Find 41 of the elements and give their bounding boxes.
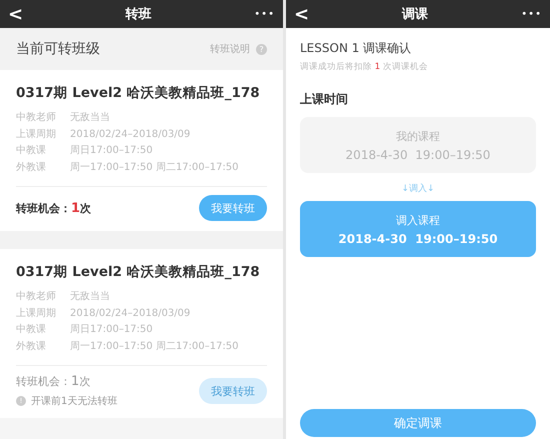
info-value: 周一17:00–17:50 周二17:00–17:50 <box>70 340 238 354</box>
page-title: 调课 <box>402 6 428 23</box>
info-label: 上课周期 <box>16 128 57 142</box>
course-label: 我的课程 <box>396 128 440 144</box>
note-text: 开课前1天无法转班 <box>31 394 118 408</box>
course-time: 2018-4-30 19:00–19:50 <box>338 232 498 246</box>
info-value: 周日17:00–17:50 <box>70 144 153 158</box>
help-icon[interactable]: ? <box>256 44 267 54</box>
info-label: 外教课 <box>16 340 47 354</box>
chances-text: 转班机会：1次 <box>16 374 92 389</box>
info-label: 上课周期 <box>16 306 57 320</box>
info-value: 无敌当当 <box>70 110 110 125</box>
info-value: 周一17:00–17:50 周二17:00–17:50 <box>70 160 238 174</box>
chances-text: 转班机会：1次 <box>16 200 92 216</box>
info-label: 外教课 <box>16 160 47 174</box>
confirm-button[interactable]: 确定调课 <box>300 409 536 437</box>
info-value: 2018/02/24–2018/03/09 <box>70 128 190 142</box>
section-title: 当前可转班级 <box>16 40 100 58</box>
info-value: 周日17:00–17:50 <box>70 323 153 337</box>
transfer-button[interactable]: 我要转班 <box>199 195 267 221</box>
class-title: 0317期 Level2 哈沃美教精品班_178 <box>16 263 261 281</box>
info-label: 中教老师 <box>16 110 57 125</box>
page-title: 转班 <box>126 6 152 23</box>
course-label: 调入课程 <box>396 212 440 228</box>
help-link[interactable]: 转班说明 <box>210 42 250 56</box>
info-label: 中教课 <box>16 322 47 337</box>
more-button[interactable]: ••• <box>521 8 542 20</box>
info-value: 无敌当当 <box>70 290 110 304</box>
class-title: 0317期 Level2 哈沃美教精品班_178 <box>16 84 261 102</box>
back-button[interactable]: < <box>294 4 310 24</box>
section-title: 上课时间 <box>300 91 349 108</box>
back-button[interactable]: < <box>8 4 24 24</box>
move-in-label: ↓调入↓ <box>400 182 436 195</box>
info-label: 中教老师 <box>16 290 57 304</box>
more-button[interactable]: ••• <box>254 8 275 20</box>
info-label: 中教课 <box>16 144 47 158</box>
course-time: 2018-4-30 19:00–19:50 <box>346 148 490 162</box>
lesson-heading: LESSON 1 调课确认 <box>300 40 412 57</box>
new-course-card[interactable]: 调入课程 2018-4-30 19:00–19:50 <box>300 201 536 257</box>
info-value: 2018/02/24–2018/03/09 <box>70 306 190 320</box>
deduction-note: 调课成功后将扣除 1 次调课机会 <box>300 61 429 73</box>
